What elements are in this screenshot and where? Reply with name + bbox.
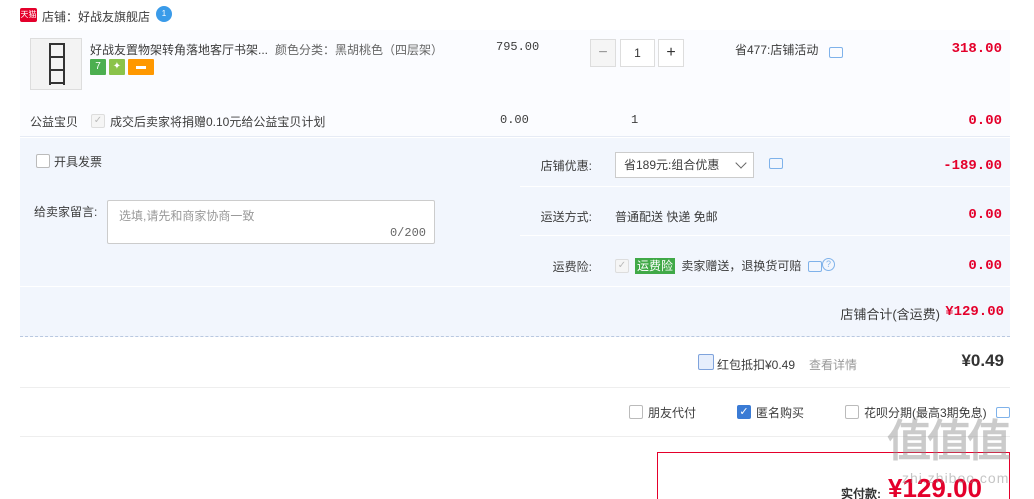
quantity-stepper: − 1 + — [590, 39, 686, 67]
red-packet-detail-link[interactable]: 查看详情 — [809, 356, 857, 373]
quantity-minus-button[interactable]: − — [590, 39, 616, 67]
chevron-down-icon — [735, 157, 747, 169]
help-icon[interactable]: ? — [822, 258, 835, 271]
product-title-link[interactable]: 好战友置物架转角落地客厅书架... — [90, 41, 270, 58]
quality-badge-icon[interactable]: ✦ — [109, 59, 125, 75]
product-sku: 颜色分类：黑胡桃色（四层架） — [275, 43, 444, 57]
red-packet-amount: ¥0.49 — [961, 351, 1004, 370]
charity-checkbox: ✓ — [91, 114, 105, 128]
shipping-row: 运送方式: 普通配送 快递 免邮 0.00 — [520, 187, 1010, 236]
seller-note-input[interactable]: 选填,请先和商家协商一致 0/200 — [107, 200, 435, 244]
red-packet-row: 红包抵扣¥0.49 查看详情 ¥0.49 — [20, 338, 1010, 388]
insurance-label: 运费险: — [552, 260, 592, 274]
order-options: 开具发票 给卖家留言: 选填,请先和商家协商一致 0/200 店铺优惠: 省18… — [20, 138, 1010, 286]
insurance-text: 卖家赠送，退换货可赔 — [681, 259, 802, 273]
shop-discount-label: 店铺优惠: — [540, 159, 592, 173]
item-discount: 省477:店铺活动 — [735, 43, 819, 57]
note-counter: 0/200 — [389, 226, 426, 240]
friend-pay-label: 朋友代付 — [648, 406, 697, 420]
anonymous-checkbox[interactable]: ✓ — [737, 405, 751, 419]
tmall-logo-icon: 天猫 — [20, 8, 37, 22]
insurance-row: 运费险: ✓ 运费险 卖家赠送，退换货可赔 ? 0.00 — [520, 236, 1010, 285]
shop-header: 天猫 店铺：好战友旗舰店 1 — [20, 0, 1010, 30]
product-thumbnail[interactable] — [30, 38, 82, 90]
charity-price: 0.00 — [500, 113, 529, 127]
item-subtotal: 318.00 — [951, 41, 1002, 57]
shop-discount-select[interactable]: 省189元:组合优惠 — [615, 152, 754, 178]
shipping-amount: 0.00 — [968, 207, 1002, 223]
huabei-checkbox[interactable] — [845, 405, 859, 419]
invoice-label: 开具发票 — [54, 155, 103, 169]
charity-label: 公益宝贝 — [30, 115, 79, 129]
wangwang-chat-icon[interactable]: 1 — [156, 6, 172, 22]
charity-subtotal: 0.00 — [968, 113, 1002, 129]
insurance-chat-icon[interactable] — [808, 261, 822, 272]
shop-total-label: 店铺合计(含运费) — [840, 307, 940, 322]
note-label: 给卖家留言: — [34, 205, 98, 219]
shipping-label: 运送方式: — [540, 210, 592, 224]
anonymous-label: 匿名购买 — [756, 406, 805, 420]
discount-chat-icon[interactable] — [769, 158, 783, 169]
shop-discount-amount: -189.00 — [943, 158, 1002, 174]
unit-price: 795.00 — [496, 40, 540, 54]
quantity-plus-button[interactable]: + — [658, 39, 684, 67]
shop-total-row: 店铺合计(含运费) ¥129.00 — [20, 287, 1010, 337]
insurance-desc: 运费险 卖家赠送，退换货可赔 — [635, 257, 801, 274]
order-item: 好战友置物架转角落地客厅书架... 颜色分类：黑胡桃色（四层架） 7 ✦ ▬ 7… — [20, 30, 1010, 137]
shop-name-link[interactable]: 店铺：好战友旗舰店 — [42, 8, 150, 25]
insurance-tag: 运费险 — [635, 258, 676, 274]
extra-options-row: 朋友代付 ✓ 匿名购买 花呗分期(最高3期免息) — [20, 389, 1010, 437]
pay-label: 实付款: — [841, 487, 881, 499]
shop-discount-value: 省189元:组合优惠 — [624, 158, 720, 172]
seven-day-return-icon[interactable]: 7 — [90, 59, 106, 75]
friend-pay-checkbox[interactable] — [629, 405, 643, 419]
insurance-checkbox: ✓ — [615, 259, 629, 273]
discount-info-icon[interactable] — [829, 47, 843, 58]
charity-text: 成交后卖家将捐赠0.10元给公益宝贝计划 — [110, 115, 326, 129]
options-right-panel: 店铺优惠: 省189元:组合优惠 -189.00 运送方式: 普通配送 快递 免… — [520, 138, 1010, 286]
shop-discount-row: 店铺优惠: 省189元:组合优惠 -189.00 — [520, 138, 1010, 187]
red-packet-checkbox[interactable] — [698, 354, 714, 370]
shipping-value: 普通配送 快递 免邮 — [615, 210, 718, 224]
insurance-amount: 0.00 — [968, 258, 1002, 274]
shelf-image-icon — [49, 43, 65, 85]
credit-card-icon[interactable]: ▬ — [128, 59, 154, 75]
quantity-input[interactable]: 1 — [620, 39, 655, 67]
shop-total-amount: ¥129.00 — [945, 304, 1004, 320]
watermark-text: zhi.zhiboo.com — [902, 470, 1010, 486]
red-packet-label: 红包抵扣¥0.49 — [717, 358, 796, 372]
charity-qty: 1 — [631, 113, 639, 127]
invoice-checkbox[interactable] — [36, 154, 50, 168]
note-placeholder: 选填,请先和商家协商一致 — [119, 209, 255, 223]
